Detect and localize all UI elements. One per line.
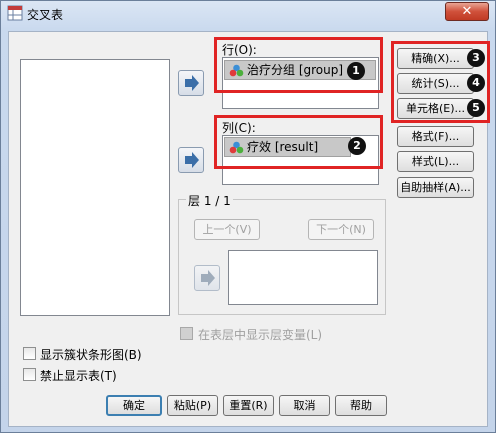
paste-button[interactable]: 粘贴(P) (167, 395, 218, 416)
help-button[interactable]: 帮助 (335, 395, 387, 416)
clustered-bar-chart-label: 显示簇状条形图(B) (40, 348, 142, 362)
reset-button[interactable]: 重置(R) (223, 395, 274, 416)
dialog-body: 行(O): 治疗分组 [group] 1 列(C): 疗效 [result] 2… (8, 31, 490, 427)
layer-title: 层 1 / 1 (186, 192, 233, 209)
bootstrap-button[interactable]: 自助抽样(A)... (397, 177, 474, 198)
badge-2: 2 (348, 137, 366, 155)
source-variable-list[interactable] (20, 59, 170, 316)
style-button[interactable]: 样式(L)... (397, 151, 474, 172)
format-button[interactable]: 格式(F)... (397, 126, 474, 147)
next-layer-button[interactable]: 下一个(N) (308, 219, 374, 240)
move-to-rows-button[interactable] (178, 70, 204, 96)
badge-5: 5 (467, 99, 485, 117)
move-to-columns-button[interactable] (178, 147, 204, 173)
move-to-layer-button[interactable] (194, 265, 220, 291)
badge-4: 4 (467, 74, 485, 92)
ok-button[interactable]: 确定 (106, 395, 162, 416)
arrow-right-icon (185, 152, 199, 168)
clustered-bar-chart-checkbox[interactable] (23, 347, 36, 360)
crosstabs-dialog: 交叉表 ✕ 行(O): 治疗分组 [group] 1 列(C): 疗效 [res… (0, 0, 496, 433)
arrow-right-icon (201, 270, 215, 286)
previous-layer-button[interactable]: 上一个(V) (194, 219, 260, 240)
crosstabs-app-icon (7, 5, 23, 21)
title-bar[interactable]: 交叉表 ✕ (1, 1, 495, 25)
cancel-button[interactable]: 取消 (279, 395, 330, 416)
close-button[interactable]: ✕ (445, 2, 489, 21)
arrow-right-icon (185, 75, 199, 91)
suppress-tables-checkbox[interactable] (23, 368, 36, 381)
badge-1: 1 (347, 62, 365, 80)
window-title: 交叉表 (27, 8, 64, 22)
layer-variables-label: 在表层中显示层变量(L) (198, 328, 323, 342)
suppress-tables-label: 禁止显示表(T) (40, 369, 117, 383)
layer-variables-checkbox[interactable] (180, 327, 193, 340)
close-icon: ✕ (461, 4, 473, 19)
badge-3: 3 (467, 49, 485, 67)
layer-list[interactable] (228, 250, 378, 305)
